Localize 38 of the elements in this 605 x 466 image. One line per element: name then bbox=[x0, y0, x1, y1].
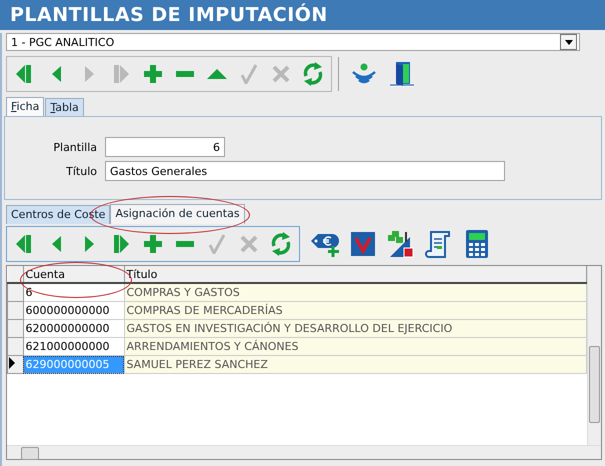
tab[interactable]: Tabla bbox=[45, 98, 84, 116]
vertical-scrollbar[interactable] bbox=[587, 266, 601, 445]
close-icon bbox=[240, 235, 258, 253]
table-cell[interactable]: 620000000000 bbox=[23, 320, 124, 338]
horizontal-scrollbar[interactable] bbox=[7, 445, 601, 459]
column-header[interactable]: Cuenta bbox=[23, 266, 124, 283]
table-cell[interactable]: 600000000000 bbox=[23, 302, 124, 320]
checkmark-icon bbox=[241, 64, 257, 84]
field-label: Plantilla bbox=[52, 140, 98, 154]
minus-icon bbox=[175, 70, 195, 78]
calculator-icon bbox=[465, 229, 489, 259]
table-cell[interactable]: COMPRAS Y GASTOS bbox=[124, 283, 586, 302]
table-cell[interactable]: 6 bbox=[23, 283, 124, 302]
document-scroll-icon bbox=[425, 229, 453, 259]
caret-icon bbox=[564, 40, 572, 44]
stack-import-icon bbox=[386, 229, 416, 259]
plus-icon bbox=[143, 64, 163, 84]
checkmark-icon bbox=[209, 234, 225, 254]
table-cell[interactable]: ARRENDAMIENTOS Y CÁNONES bbox=[124, 338, 586, 356]
triangle-up-icon bbox=[206, 68, 228, 80]
minus-icon bbox=[175, 240, 195, 248]
template-dropdown[interactable]: 1 - PGC ANALITICO bbox=[6, 33, 580, 51]
input-field[interactable]: 6 bbox=[105, 137, 225, 157]
input-field[interactable]: Gastos Generales bbox=[105, 161, 505, 181]
close-icon bbox=[272, 65, 290, 83]
refresh-icon bbox=[270, 232, 292, 256]
window-title: PLANTILLAS DE IMPUTACIÓN bbox=[0, 0, 605, 30]
tab[interactable]: Asignación de cuentas bbox=[110, 204, 245, 224]
field-label: Título bbox=[65, 164, 98, 178]
door-icon bbox=[388, 60, 416, 88]
v-logo-icon bbox=[350, 231, 376, 257]
table-cell[interactable]: GASTOS EN INVESTIGACIÓN Y DESARROLLO DEL EJERCICIO bbox=[124, 320, 586, 338]
tab[interactable]: Ficha bbox=[6, 97, 44, 116]
refresh-icon bbox=[302, 62, 324, 86]
table-cell[interactable]: SAMUEL PEREZ SANCHEZ bbox=[124, 356, 586, 374]
column-header[interactable]: Título bbox=[124, 266, 586, 283]
table-cell[interactable]: COMPRAS DE MERCADERÍAS bbox=[124, 302, 586, 320]
plus-icon bbox=[143, 234, 163, 254]
